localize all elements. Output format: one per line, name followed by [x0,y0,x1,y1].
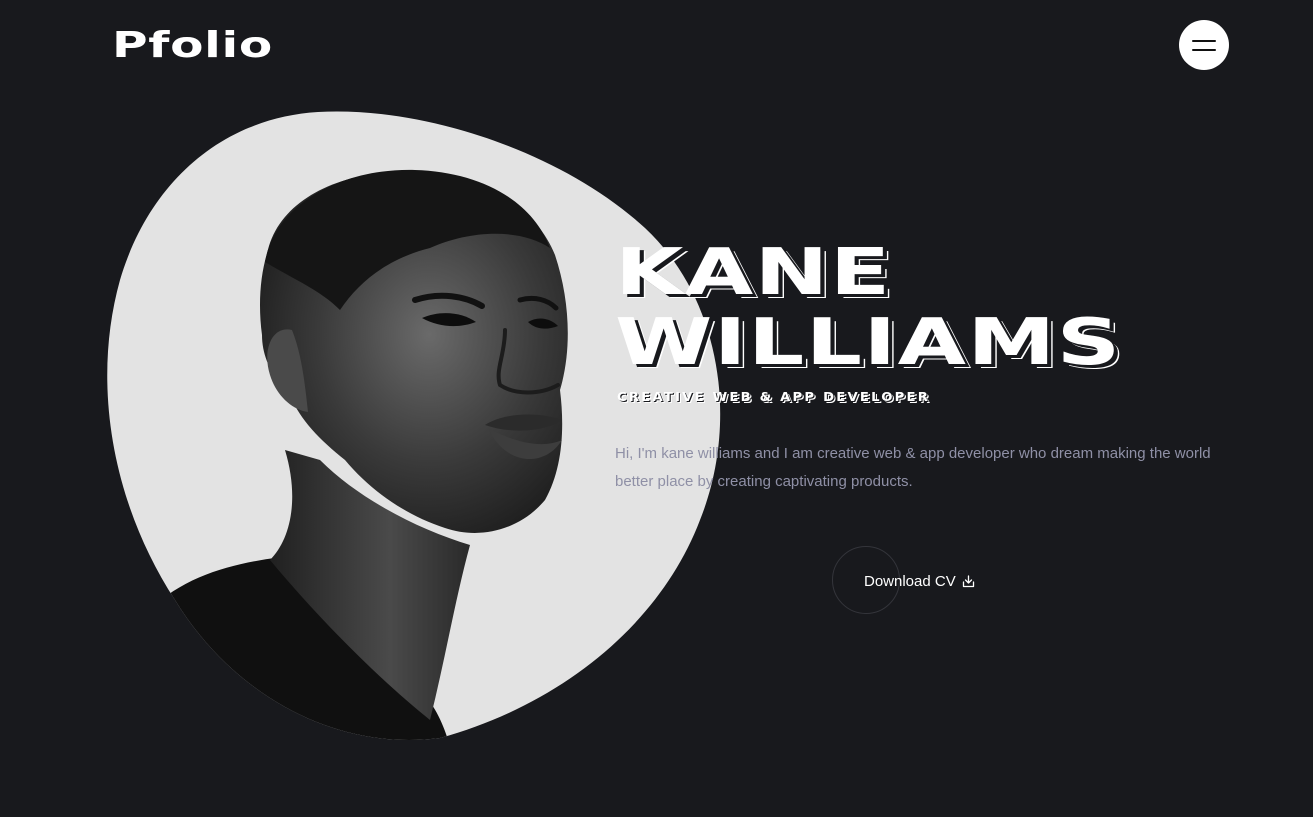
menu-button[interactable] [1179,20,1229,70]
hero-role: CREATIVE WEB & APP DEVELOPER [617,390,931,404]
hero-name: KANE WILLIAMS [615,238,1122,378]
hamburger-menu-icon [1192,40,1216,42]
download-cv-button[interactable]: Download CV [864,570,975,592]
site-logo[interactable]: Pfolio [112,24,273,68]
download-icon [962,574,974,587]
portfolio-page: Pfolio KANE WILLIAMS CREATIVE WEB & APP … [0,0,1313,817]
hero-bio: Hi, I'm kane williams and I am creative … [615,445,1211,490]
hero-name-first: KANE [615,236,892,310]
download-cv-label: Download CV [864,572,956,590]
portrait-blob [107,111,721,740]
hero-name-last: WILLIAMS [615,306,1122,380]
hamburger-menu-icon-bar [1192,49,1216,51]
hero-portrait [107,111,721,740]
